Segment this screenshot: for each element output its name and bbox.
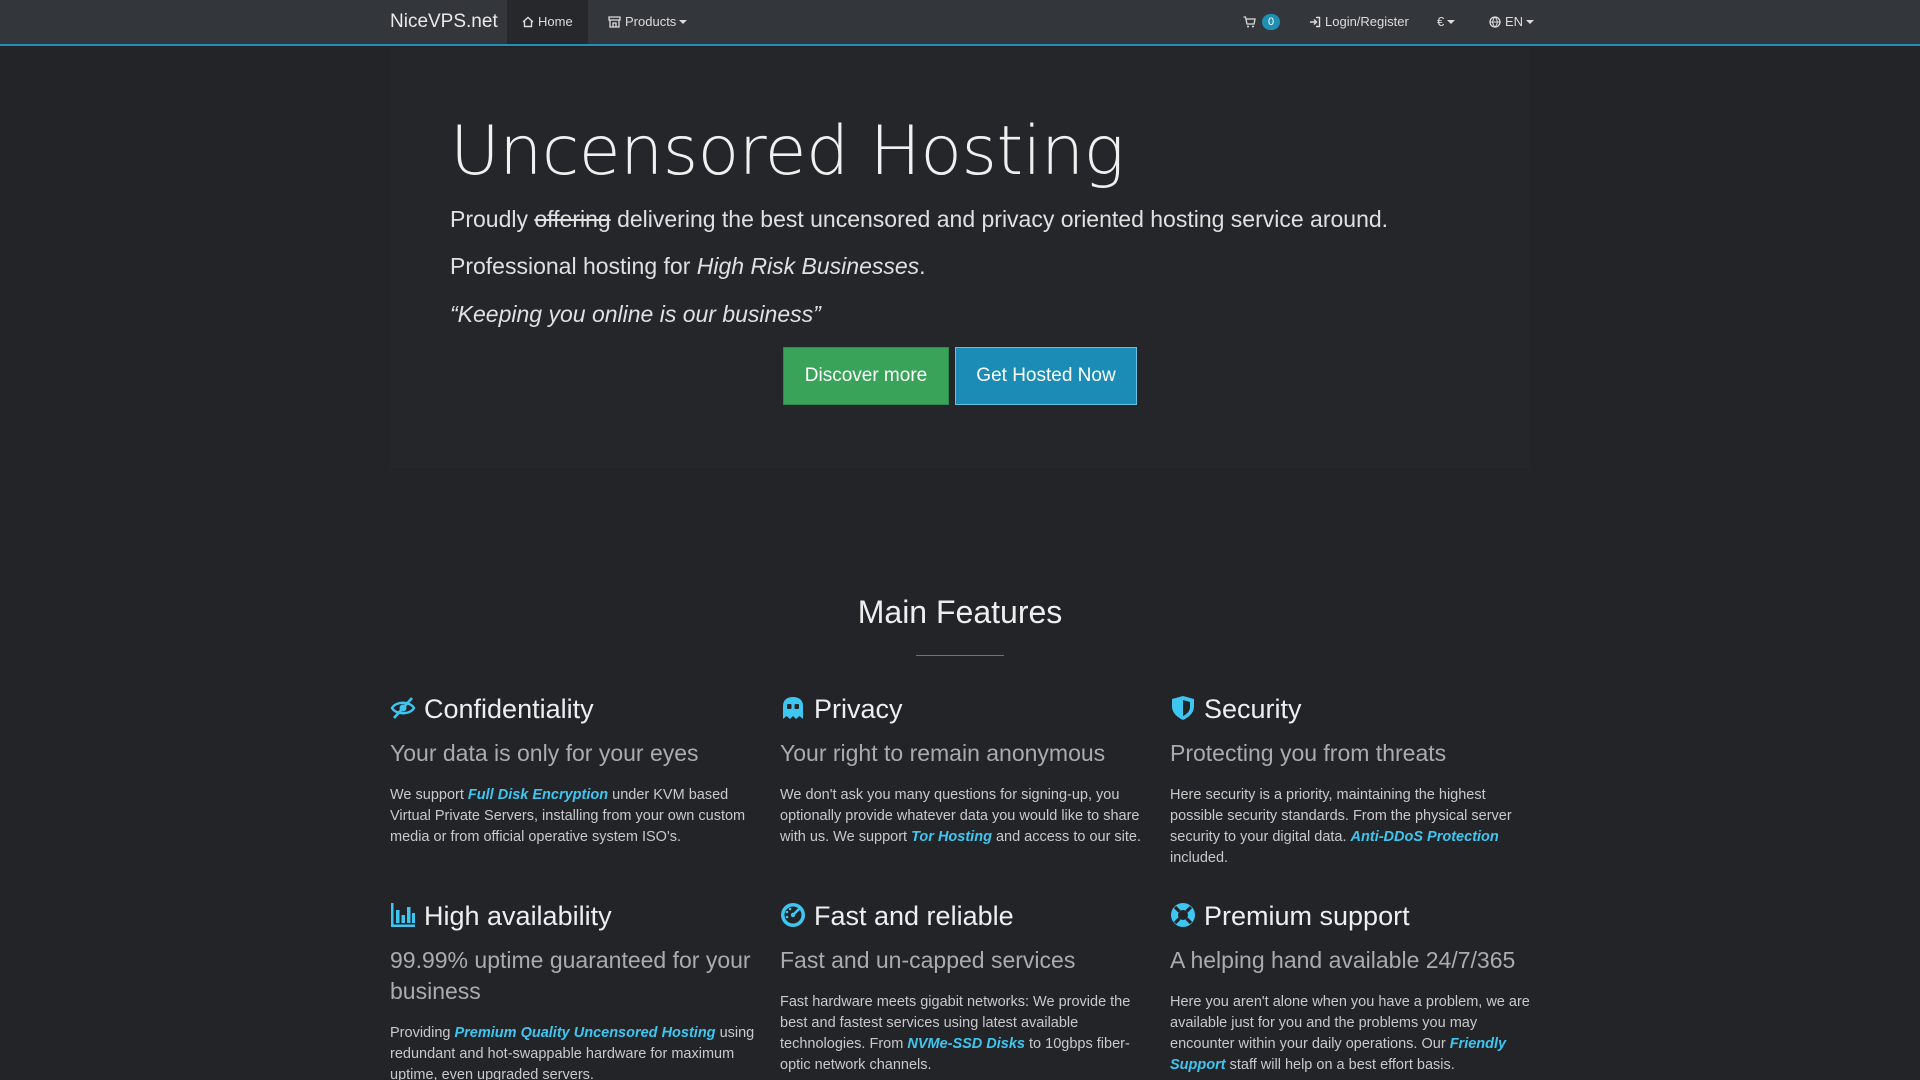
tagline-struck-word: offering	[534, 206, 611, 232]
lifebuoy-icon	[1171, 903, 1195, 927]
feature-subtitle: Protecting you from threats	[1170, 740, 1447, 766]
currency-label: €	[1437, 14, 1445, 29]
home-icon	[522, 16, 534, 28]
tagline-start: Proudly	[450, 206, 535, 232]
cart-icon	[1243, 16, 1256, 28]
subline-start: Professional hosting for	[450, 253, 697, 279]
feature-title: Premium support	[1204, 901, 1410, 931]
title-divider	[916, 655, 1004, 656]
feature-description: We don't ask you many questions for sign…	[780, 787, 1142, 845]
feature-description: Fast hardware meets gigabit networks: We…	[780, 994, 1131, 1073]
feature-title: Privacy	[814, 694, 903, 724]
nav-language[interactable]: EN	[1474, 0, 1549, 44]
feature-subtitle: 99.99% uptime guaranteed for your busine…	[390, 947, 751, 1004]
feature-premium-support: Premium support A helping hand available…	[1170, 901, 1540, 1076]
feature-title: Confidentiality	[424, 694, 594, 724]
bar-chart-icon	[391, 903, 415, 927]
chevron-down-icon	[1447, 20, 1456, 24]
chevron-down-icon	[679, 20, 688, 24]
shield-icon	[1172, 696, 1194, 720]
eye-slash-icon	[390, 697, 416, 719]
hero-quote: “Keeping you online is our business”	[450, 301, 821, 327]
feature-privacy: Privacy Your right to remain anonymous W…	[780, 694, 1150, 848]
subline-emphasis: High Risk Businesses	[696, 253, 920, 279]
get-hosted-now-button[interactable]: Get Hosted Now	[955, 347, 1137, 405]
language-label: EN	[1505, 14, 1524, 29]
feature-title: Security	[1204, 694, 1302, 724]
store-icon	[608, 16, 621, 28]
feature-fast-and-reliable: Fast and reliable Fast and un-capped ser…	[780, 901, 1150, 1076]
feature-highlight-link[interactable]: Premium Quality Uncensored Hosting	[454, 1025, 715, 1041]
nav-login-label: Login/Register	[1325, 14, 1409, 29]
feature-highlight-link[interactable]: Tor Hosting	[911, 829, 992, 845]
tachometer-icon	[781, 903, 805, 927]
feature-description: Here you aren't alone when you have a pr…	[1170, 994, 1530, 1073]
feature-confidentiality: Confidentiality Your data is only for yo…	[390, 694, 760, 848]
brand-logo[interactable]: NiceVPS.net	[390, 0, 498, 44]
feature-highlight-link[interactable]: Full Disk Encryption	[468, 787, 608, 803]
hero-title: Uncensored Hosting	[450, 112, 1124, 191]
feature-description: Here security is a priority, maintaining…	[1170, 787, 1512, 866]
discover-more-button[interactable]: Discover more	[783, 347, 949, 405]
feature-subtitle: Your data is only for your eyes	[390, 740, 699, 766]
hero-subline: Professional hosting for High Risk Busin…	[450, 253, 926, 280]
nav-products-label: Products	[625, 14, 677, 29]
nav-products[interactable]: Products	[593, 0, 702, 44]
feature-subtitle: Your right to remain anonymous	[780, 740, 1106, 766]
feature-description: We support Full Disk Encryption under KV…	[390, 787, 746, 845]
subline-end: .	[919, 253, 926, 279]
feature-security: Security Protecting you from threats Her…	[1170, 694, 1540, 869]
feature-high-availability: High availability 99.99% uptime guarante…	[390, 901, 760, 1080]
feature-title: High availability	[424, 901, 612, 931]
feature-subtitle: Fast and un-capped services	[780, 947, 1076, 973]
chevron-down-icon	[1526, 20, 1535, 24]
feature-subtitle: A helping hand available 24/7/365	[1170, 947, 1516, 973]
ghost-icon	[783, 697, 803, 719]
main-features-title: Main Features	[857, 594, 1063, 630]
feature-highlight-link[interactable]: Anti-DDoS Protection	[1351, 829, 1499, 845]
nav-home-label: Home	[538, 14, 573, 29]
nav-cart[interactable]: 0	[1228, 0, 1295, 44]
globe-icon	[1489, 16, 1501, 28]
sign-in-icon	[1310, 16, 1321, 28]
tagline-end: delivering the best uncensored and priva…	[610, 206, 1389, 232]
nav-currency[interactable]: €	[1422, 0, 1470, 44]
hero-jumbotron: Uncensored Hosting Proudly offering deli…	[390, 48, 1530, 468]
hero-quote-text: Keeping you online is our business	[457, 301, 814, 327]
feature-title: Fast and reliable	[814, 901, 1014, 931]
nav-login[interactable]: Login/Register	[1294, 0, 1424, 44]
feature-highlight-link[interactable]: NVMe-SSD Disks	[907, 1036, 1025, 1052]
cart-count-badge: 0	[1262, 14, 1281, 30]
hero-tagline: Proudly offering delivering the best unc…	[450, 206, 1388, 233]
feature-description: Providing Premium Quality Uncensored Hos…	[390, 1025, 755, 1080]
nav-home[interactable]: Home	[507, 0, 588, 44]
top-navbar: NiceVPS.net Home Products 0 Login/Regist…	[0, 0, 1920, 46]
